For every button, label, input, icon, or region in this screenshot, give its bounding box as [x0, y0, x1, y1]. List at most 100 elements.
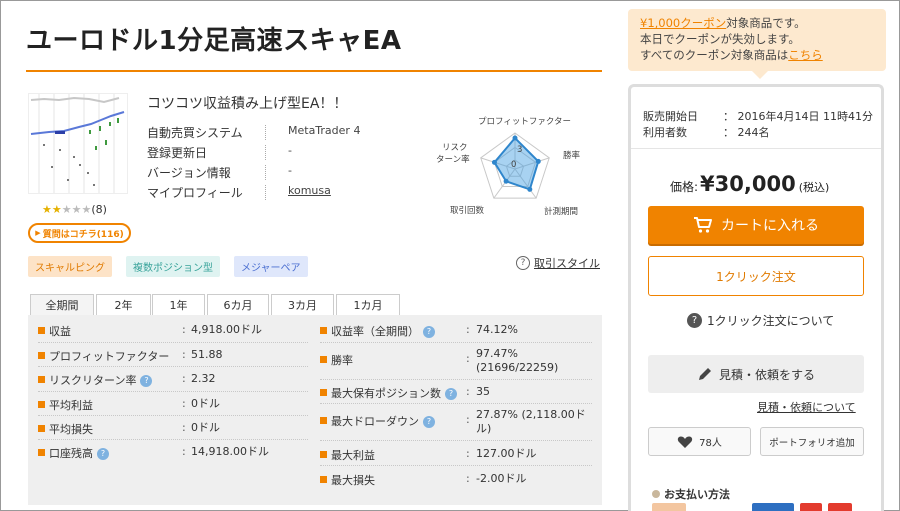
coupon-link[interactable]: ¥1,000クーポン — [640, 16, 726, 30]
info-label: マイプロフィール — [147, 186, 243, 200]
stat-value: 51.88 — [191, 348, 223, 361]
bullet-square — [320, 356, 327, 363]
card-icon-other — [828, 503, 852, 511]
help-icon[interactable]: ? — [445, 388, 457, 400]
radar-axis-profit-factor: プロフィットファクター — [478, 117, 571, 127]
card-icon-mastercard — [652, 503, 686, 511]
like-count: 78人 — [699, 438, 722, 449]
payment-methods-label: お支払い方法 — [664, 488, 730, 501]
tag-major-pair[interactable]: メジャーペア — [234, 256, 308, 277]
tab-1m[interactable]: 1カ月 — [336, 294, 400, 315]
stat-colon: : — [466, 352, 470, 365]
help-icon[interactable]: ? — [140, 375, 153, 387]
stat-divider — [38, 415, 308, 416]
stat-colon: : — [182, 445, 186, 458]
bullet-square — [320, 417, 327, 424]
coupon-here-link[interactable]: こちら — [788, 48, 823, 62]
profile-link[interactable]: komusa — [288, 184, 331, 197]
stat-divider — [320, 379, 592, 380]
radar-point-4 — [491, 159, 497, 165]
stat-value: 14,918.00ドル — [191, 445, 269, 458]
one-click-order-button[interactable]: 1クリック注文 — [648, 256, 864, 296]
radar-axis-win-rate: 勝率 — [563, 150, 581, 161]
sale-start-value: ： 2016年4月14日 11時41分 — [723, 110, 873, 123]
like-button[interactable]: 78人 — [648, 427, 751, 456]
stat-label: 収益 — [49, 325, 71, 338]
radar-point-3 — [503, 178, 509, 184]
coupon-line-1: ¥1,000クーポン対象商品です。 — [640, 15, 874, 31]
price-value: ¥30,000 — [700, 172, 796, 196]
radar-tick-0: 0 — [511, 160, 516, 170]
info-value: - — [288, 144, 292, 157]
estimate-about-link[interactable]: 見積・依頼について — [757, 399, 856, 415]
radar-tick-3: 3 — [517, 145, 522, 155]
stat-colon: : — [466, 472, 470, 485]
stat-label-text: 収益率（全期間） — [331, 325, 419, 338]
add-to-cart-button[interactable]: カートに入れる — [648, 206, 864, 244]
help-icon[interactable]: ? — [97, 448, 109, 460]
radar-point-2 — [527, 186, 533, 192]
one-click-about-link[interactable]: ? 1クリック注文について — [687, 312, 834, 329]
stat-avg-profit: 平均利益 : 0ドル — [38, 396, 308, 416]
stat-colon: : — [466, 323, 470, 336]
tab-all[interactable]: 全期間 — [30, 294, 94, 315]
star-rating[interactable]: ★★★★★(8) — [42, 203, 107, 216]
bullet-square — [320, 451, 327, 458]
rating-count: (8) — [91, 203, 107, 216]
stat-avg-loss: 平均損失 : 0ドル — [38, 420, 308, 440]
help-icon[interactable]: ? — [423, 326, 435, 338]
stat-label: 平均利益 — [49, 399, 93, 412]
stat-risk-return: リスクリターン率? : 2.32 — [38, 371, 308, 391]
trade-style-link[interactable]: ? 取引スタイル — [516, 255, 600, 271]
stat-divider — [320, 403, 592, 404]
stat-value: 27.87% (2,118.00ド — [476, 408, 586, 421]
title-divider — [26, 70, 602, 72]
tab-3m[interactable]: 3カ月 — [271, 294, 334, 315]
stat-label-text: 最大ドローダウン — [331, 415, 419, 428]
caret-right-icon: ▶ — [35, 229, 41, 237]
stat-label: 最大利益 — [331, 449, 375, 462]
stat-label: リスクリターン率? — [49, 372, 153, 388]
trade-style-label: 取引スタイル — [534, 257, 600, 270]
bullet-square — [38, 376, 45, 383]
stat-label: 最大損失 — [331, 474, 375, 487]
info-separator — [265, 145, 266, 160]
add-portfolio-button[interactable]: ポートフォリオ追加 — [760, 427, 864, 456]
tab-2y[interactable]: 2年 — [96, 294, 151, 315]
bullet-dot — [652, 490, 660, 498]
tag-scalping[interactable]: スキャルピング — [28, 256, 112, 277]
coupon-notice: ¥1,000クーポン対象商品です。 本日でクーポンが失効します。 すべてのクーポ… — [628, 9, 886, 71]
stat-label-text: 口座残高 — [49, 447, 93, 460]
product-thumbnail[interactable] — [28, 93, 128, 194]
stat-colon: : — [182, 372, 186, 385]
info-separator — [265, 165, 266, 180]
stat-value-detail: ル) — [476, 422, 492, 435]
users-value: ： 244名 — [723, 126, 770, 139]
stat-divider — [320, 342, 592, 343]
question-button[interactable]: ▶ 質問はコチラ(116) — [28, 223, 131, 243]
stat-value: 35 — [476, 385, 490, 398]
cart-icon — [694, 217, 712, 233]
coupon-line-3: すべてのクーポン対象商品はこちら — [640, 47, 874, 63]
radar-point-1 — [535, 158, 541, 164]
bullet-square — [320, 327, 327, 334]
sidebar-divider — [631, 148, 881, 149]
stat-divider — [38, 366, 308, 367]
tab-1y[interactable]: 1年 — [152, 294, 205, 315]
help-icon[interactable]: ? — [423, 416, 435, 428]
bullet-square — [38, 449, 45, 456]
estimate-request-button[interactable]: 見積・依頼をする — [648, 355, 864, 393]
radar-axis-trades: 取引回数 — [450, 205, 485, 216]
coupon-text: すべてのクーポン対象商品は — [640, 48, 789, 62]
tag-multi-position[interactable]: 複数ポジション型 — [126, 256, 220, 277]
stat-label-text: 最大保有ポジション数 — [331, 387, 441, 400]
price-tax: (税込) — [798, 181, 830, 194]
info-separator — [265, 125, 266, 140]
estimate-request-label: 見積・依頼をする — [718, 367, 815, 382]
radar-point-0 — [512, 135, 518, 141]
payment-icons — [652, 503, 862, 511]
stat-colon: : — [182, 421, 186, 434]
info-label: 自動売買システム — [147, 126, 243, 140]
tab-6m[interactable]: 6カ月 — [207, 294, 269, 315]
stat-label: 口座残高? — [49, 445, 109, 461]
